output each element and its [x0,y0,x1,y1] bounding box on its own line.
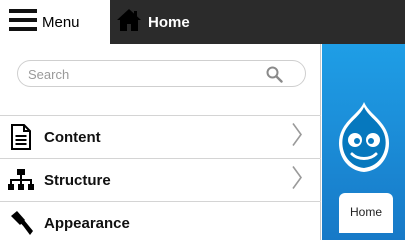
toolbar-tray: Content S [0,44,321,240]
home-toolbar-label: Home [148,13,190,31]
admin-menu: Content Structure Appearance [0,115,321,240]
search-icon[interactable] [266,66,283,88]
chevron-right-icon[interactable] [291,122,303,153]
search-box [17,60,306,87]
chevron-right-icon[interactable] [291,165,303,196]
paintbrush-icon [8,210,34,236]
document-icon [8,124,34,150]
home-icon [116,8,142,37]
menu-item-appearance[interactable]: Appearance [0,201,321,240]
tab-home-label: Home [349,205,382,219]
hamburger-icon [9,8,37,36]
menu-item-label: Appearance [44,214,130,232]
menu-toggle-label: Menu [42,13,80,31]
menu-item-structure[interactable]: Structure [0,158,321,201]
tab-home[interactable]: Home [339,193,393,233]
search-input[interactable] [28,65,258,83]
home-toolbar-link[interactable]: Home [116,0,190,44]
sitemap-icon [8,167,34,193]
menu-toggle-button[interactable]: Menu [0,0,110,44]
menu-item-label: Structure [44,171,111,189]
menu-item-content[interactable]: Content [0,115,321,158]
menu-item-label: Content [44,128,101,146]
drupal-logo-icon[interactable] [334,100,394,179]
